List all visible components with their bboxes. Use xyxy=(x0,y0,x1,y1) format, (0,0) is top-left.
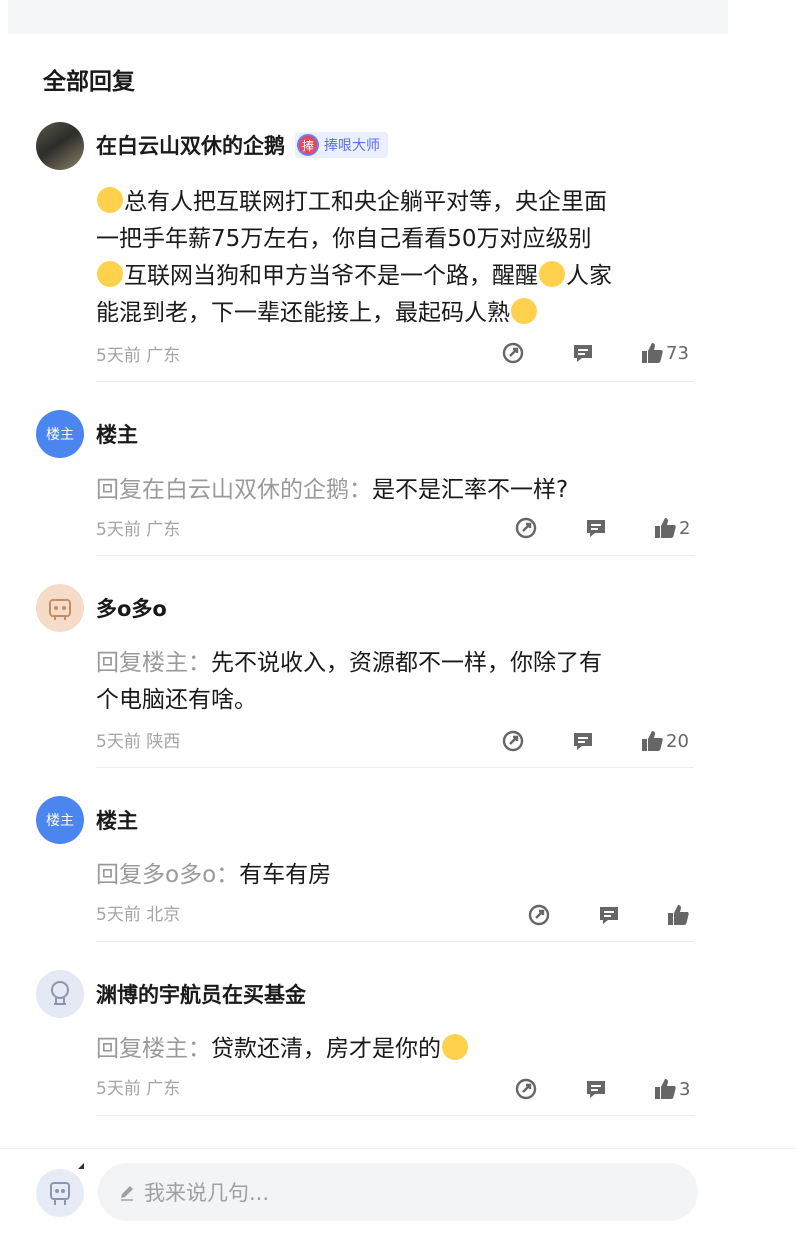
comment-text: 回复多o多o：有车有房 xyxy=(96,862,332,888)
current-user-avatar[interactable] xyxy=(36,1169,84,1217)
pencil-icon xyxy=(121,1186,133,1201)
comment-actions: 20 xyxy=(0,729,796,759)
comment-header: 渊博的宇航员在买基金 xyxy=(96,979,306,1009)
avatar[interactable] xyxy=(36,970,84,1018)
reply-prefix[interactable]: 回复楼主： xyxy=(96,1036,211,1062)
username[interactable]: 楼主 xyxy=(96,805,138,835)
badge-label: 捧哏大师 xyxy=(324,138,380,154)
comment-text: 回复楼主：贷款还清，房才是你的 xyxy=(96,1031,696,1068)
bottom-input-bar: 我来说几句... xyxy=(0,1148,796,1233)
divider xyxy=(96,767,694,768)
comment-header: 楼主 xyxy=(96,419,138,449)
username[interactable]: 渊博的宇航员在买基金 xyxy=(96,979,306,1009)
astronaut-avatar-icon xyxy=(51,981,69,1005)
like-count: 20 xyxy=(666,730,689,752)
share-button[interactable] xyxy=(527,903,551,927)
robot-avatar-icon xyxy=(50,1182,70,1205)
share-icon xyxy=(515,517,537,539)
divider xyxy=(96,941,694,942)
comment-actions: 3 xyxy=(0,1077,796,1107)
reply-button[interactable] xyxy=(597,903,621,927)
like-button[interactable]: 20 xyxy=(640,729,689,753)
share-button[interactable] xyxy=(514,516,538,540)
share-icon xyxy=(528,904,550,926)
like-button[interactable]: 73 xyxy=(640,341,689,365)
avatar[interactable] xyxy=(36,122,84,170)
top-strip xyxy=(8,0,728,34)
reply-prefix[interactable]: 回复楼主： xyxy=(96,650,211,676)
like-count: 2 xyxy=(679,517,691,539)
comment-header: 在白云山双休的企鹅 捧 捧哏大师 xyxy=(96,130,388,160)
comment-actions: 73 xyxy=(0,341,796,371)
comment-icon xyxy=(600,907,618,924)
slap-emoji-icon xyxy=(539,261,565,287)
comment-text: 总有人把互联网打工和央企躺平对等，央企里面 一把手年薪75万左右，你自己看看50… xyxy=(96,187,612,326)
reply-prefix[interactable]: 回复在白云山双休的企鹅： xyxy=(96,477,372,503)
comment-icon xyxy=(574,345,592,362)
username[interactable]: 多o多o xyxy=(96,593,167,623)
reply-button[interactable] xyxy=(571,341,595,365)
comment-actions xyxy=(0,903,796,933)
comment-header: 楼主 xyxy=(96,805,138,835)
share-button[interactable] xyxy=(501,341,525,365)
reply-prefix[interactable]: 回复多o多o： xyxy=(96,862,239,888)
divider xyxy=(96,1115,694,1116)
laughing-emoji-icon xyxy=(97,187,123,213)
comment-icon xyxy=(587,520,605,537)
user-badge[interactable]: 捧 捧哏大师 xyxy=(295,132,388,158)
thumbs-up-icon xyxy=(668,905,689,925)
username[interactable]: 在白云山双休的企鹅 xyxy=(96,130,285,160)
section-title: 全部回复 xyxy=(43,69,135,95)
username[interactable]: 楼主 xyxy=(96,419,138,449)
reply-button[interactable] xyxy=(584,516,608,540)
reply-button[interactable] xyxy=(571,729,595,753)
input-placeholder: 我来说几句... xyxy=(144,1181,270,1205)
reply-button[interactable] xyxy=(584,1077,608,1101)
thumbs-up-icon xyxy=(642,343,663,363)
thumbs-up-icon xyxy=(655,1079,676,1099)
like-count: 73 xyxy=(666,342,689,364)
share-button[interactable] xyxy=(501,729,525,753)
comment-actions: 2 xyxy=(0,516,796,546)
like-button[interactable]: 3 xyxy=(653,1077,690,1101)
comment-icon xyxy=(587,1081,605,1098)
avatar[interactable]: 楼主 xyxy=(36,796,84,844)
badge-icon: 捧 xyxy=(297,134,319,156)
comment-text: 回复楼主：先不说收入，资源都不一样，你除了有 个电脑还有啥。 xyxy=(96,650,602,713)
like-count: 3 xyxy=(679,1078,691,1100)
avatar-corner-mark xyxy=(78,1163,84,1169)
like-button[interactable] xyxy=(666,903,692,927)
share-icon xyxy=(502,342,524,364)
crying-laugh-emoji-icon xyxy=(97,261,123,287)
share-button[interactable] xyxy=(514,1077,538,1101)
laughing-emoji-icon xyxy=(442,1034,468,1060)
thumbs-up-icon xyxy=(642,731,663,751)
share-icon xyxy=(515,1078,537,1100)
divider xyxy=(96,555,694,556)
like-button[interactable]: 2 xyxy=(653,516,690,540)
share-icon xyxy=(502,730,524,752)
comment-icon xyxy=(574,733,592,750)
comment-input[interactable]: 我来说几句... xyxy=(98,1163,698,1221)
avatar[interactable] xyxy=(36,584,84,632)
robot-avatar-icon xyxy=(49,599,71,620)
thumbs-up-icon xyxy=(655,518,676,538)
comment-text: 回复在白云山双休的企鹅：是不是汇率不一样? xyxy=(96,477,569,503)
divider xyxy=(96,381,694,382)
avatar[interactable]: 楼主 xyxy=(36,410,84,458)
comment-header: 多o多o xyxy=(96,593,167,623)
smile-emoji-icon xyxy=(511,298,537,324)
